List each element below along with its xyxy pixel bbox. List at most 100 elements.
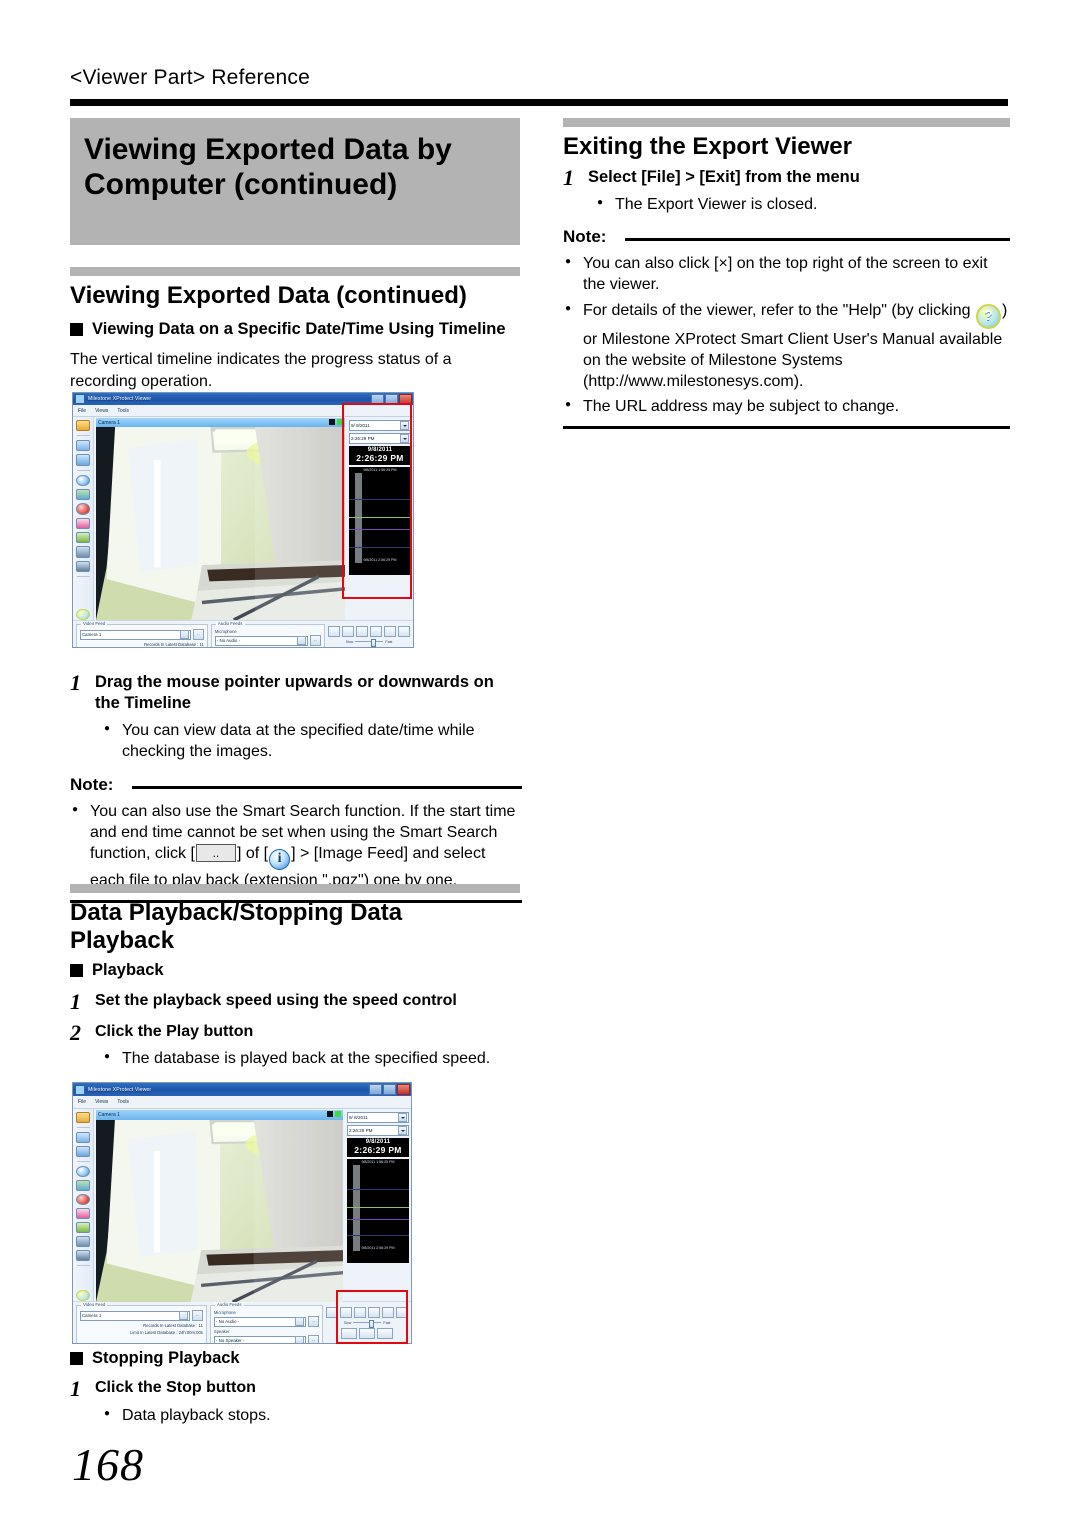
window-controls[interactable] xyxy=(369,1084,410,1095)
left-column-part-3: Stopping Playback 1 Click the Stop butto… xyxy=(70,1348,520,1426)
sidebar-divider xyxy=(76,469,90,471)
evidence-lock-icon[interactable] xyxy=(76,531,90,544)
shot2-vertical-timeline[interactable]: 9/8/2011 1:56:25 PM 9/8/2011 2:56:29 PM xyxy=(347,1159,409,1263)
shot2-time-value: 2:26:29 PM xyxy=(349,1128,373,1133)
shot1-audio-feeds-legend: Audio Feeds xyxy=(215,621,245,626)
shot1-microphone-select[interactable]: - No Audio - xyxy=(214,635,308,646)
shot2-timeline-playhead[interactable] xyxy=(353,1165,360,1251)
section-title-exiting-export-viewer: Exiting the Export Viewer xyxy=(563,133,852,160)
section-divider-bar xyxy=(70,266,520,276)
camera-icon[interactable] xyxy=(76,546,90,558)
shot2-clock-time: 2:26:29 PM xyxy=(354,1145,402,1155)
previous-frame-button[interactable] xyxy=(342,626,354,637)
shot1-transport-controls[interactable]: Slow Fast xyxy=(328,624,410,648)
print-icon[interactable] xyxy=(76,1145,90,1157)
chapter-title-line-1: Viewing Exported Data by xyxy=(84,133,452,166)
chevron-down-icon[interactable] xyxy=(398,1126,407,1135)
menu-file[interactable]: File xyxy=(78,408,86,414)
menu-views[interactable]: Views xyxy=(95,1099,108,1105)
speed-slider-knob[interactable] xyxy=(371,639,377,647)
step-number: 1 xyxy=(70,670,81,695)
minimize-button[interactable] xyxy=(369,1084,382,1095)
shot2-video-feed-legend: Video Feed xyxy=(81,1302,108,1307)
shot2-browse-button[interactable]: .. xyxy=(191,1310,203,1321)
chevron-down-icon[interactable] xyxy=(178,1311,188,1320)
chapter-title-line-2: Computer (continued) xyxy=(84,168,398,202)
section-title-line-2: Playback xyxy=(70,926,175,954)
stop-button[interactable] xyxy=(361,647,377,648)
shot2-audio-feeds-group: Audio Feeds Microphone - No Audio - .. S… xyxy=(209,1302,323,1343)
shot1-browse-button[interactable]: .. xyxy=(192,629,204,640)
map-icon[interactable] xyxy=(76,488,90,501)
evidence-lock-icon[interactable] xyxy=(76,1221,90,1233)
help-icon[interactable] xyxy=(76,608,90,620)
skip-end-button[interactable] xyxy=(398,626,410,637)
next-frame-button[interactable] xyxy=(384,626,396,637)
menu-tools[interactable]: Tools xyxy=(117,1099,129,1105)
maximize-button[interactable] xyxy=(383,1084,396,1095)
left-column: Viewing Exported Data by Computer (conti… xyxy=(70,118,520,404)
shot2-timeline-track[interactable]: 9/8/2011 2:56:29 PM xyxy=(347,1165,409,1251)
step-forward-button[interactable] xyxy=(370,626,382,637)
step-number: 1 xyxy=(563,164,574,190)
play-reverse-button[interactable] xyxy=(343,647,359,648)
timeline-gridline xyxy=(347,1207,409,1208)
chevron-down-icon[interactable] xyxy=(179,630,189,639)
menu-file[interactable]: File xyxy=(78,1099,86,1105)
setup-icon[interactable] xyxy=(76,1112,90,1124)
alarm-icon[interactable] xyxy=(76,503,90,515)
chevron-down-icon[interactable] xyxy=(295,1336,304,1343)
menu-tools[interactable]: Tools xyxy=(117,408,129,414)
shot2-speaker-select[interactable]: - No Speaker - xyxy=(213,1335,306,1343)
shot2-microphone-label: Microphone xyxy=(213,1310,236,1315)
info-icon[interactable] xyxy=(76,474,90,486)
shot2-microphone-select[interactable]: - No Audio - xyxy=(213,1316,306,1327)
shot2-speaker-browse-button[interactable]: .. xyxy=(308,1335,319,1343)
close-button[interactable] xyxy=(397,1084,410,1095)
note-text-b: ] of [ xyxy=(236,845,269,863)
shot2-tool-sidebar[interactable] xyxy=(73,1109,94,1301)
map-icon[interactable] xyxy=(76,1179,90,1191)
shot1-video-pane: Camera 1 xyxy=(94,417,347,620)
header-rule xyxy=(70,99,1008,106)
setup-icon[interactable] xyxy=(76,420,90,432)
step-back-button[interactable] xyxy=(356,626,368,637)
shot1-speed-control[interactable]: Slow Fast xyxy=(346,639,392,647)
menu-views[interactable]: Views xyxy=(95,408,108,414)
left-column-part-2: 1 Drag the mouse pointer upwards or down… xyxy=(70,662,522,903)
shot1-tool-sidebar[interactable] xyxy=(73,417,94,620)
camera-icon[interactable] xyxy=(76,1236,90,1248)
shot2-date-dropdown[interactable]: 9/ 8/2011 xyxy=(347,1112,409,1123)
smart-search-icon[interactable] xyxy=(76,517,90,529)
shot2-video-feed-select[interactable]: Camera 1 xyxy=(80,1310,190,1321)
chevron-down-icon[interactable] xyxy=(295,1317,304,1326)
shot1-video-feed-select[interactable]: Camera 1 xyxy=(80,629,191,640)
audio-icon[interactable] xyxy=(76,1250,90,1262)
print-icon[interactable] xyxy=(76,454,90,466)
skip-start-button[interactable] xyxy=(328,626,340,637)
export-icon[interactable] xyxy=(76,440,90,452)
shot2-video-feed-group: Video Feed Camera 1 .. Records In Latest… xyxy=(76,1302,207,1343)
shot1-microphone-browse-button[interactable]: .. xyxy=(310,635,321,646)
shot1-transport-row-2[interactable] xyxy=(343,647,395,648)
shot2-microphone-browse-button[interactable]: .. xyxy=(308,1316,319,1327)
speed-slider[interactable] xyxy=(355,639,384,647)
shot2-menubar[interactable]: File Views Tools xyxy=(73,1096,411,1109)
info-icon[interactable] xyxy=(76,1165,90,1177)
shot1-microphone-value: - No Audio - xyxy=(216,638,241,643)
note-rule xyxy=(132,785,522,789)
play-button[interactable] xyxy=(379,647,395,648)
help-icon[interactable] xyxy=(76,1289,90,1301)
audio-icon[interactable] xyxy=(76,560,90,572)
chevron-down-icon[interactable] xyxy=(398,1113,407,1122)
shot1-transport-row-1[interactable] xyxy=(328,626,410,637)
smart-search-icon[interactable] xyxy=(76,1207,90,1219)
step-text: Set the playback speed using the speed c… xyxy=(95,992,457,1010)
timeline-gridline xyxy=(347,1219,409,1220)
export-icon[interactable] xyxy=(76,1131,90,1143)
alarm-icon[interactable] xyxy=(76,1193,90,1205)
chevron-down-icon[interactable] xyxy=(297,636,306,645)
note-bullet-close-button: You can also click [×] on the top right … xyxy=(563,253,1010,296)
shot2-time-dropdown[interactable]: 2:26:29 PM xyxy=(347,1125,409,1136)
shot1-video-feed-group: Video Feed Camera 1 .. Records In Latest… xyxy=(76,621,208,647)
